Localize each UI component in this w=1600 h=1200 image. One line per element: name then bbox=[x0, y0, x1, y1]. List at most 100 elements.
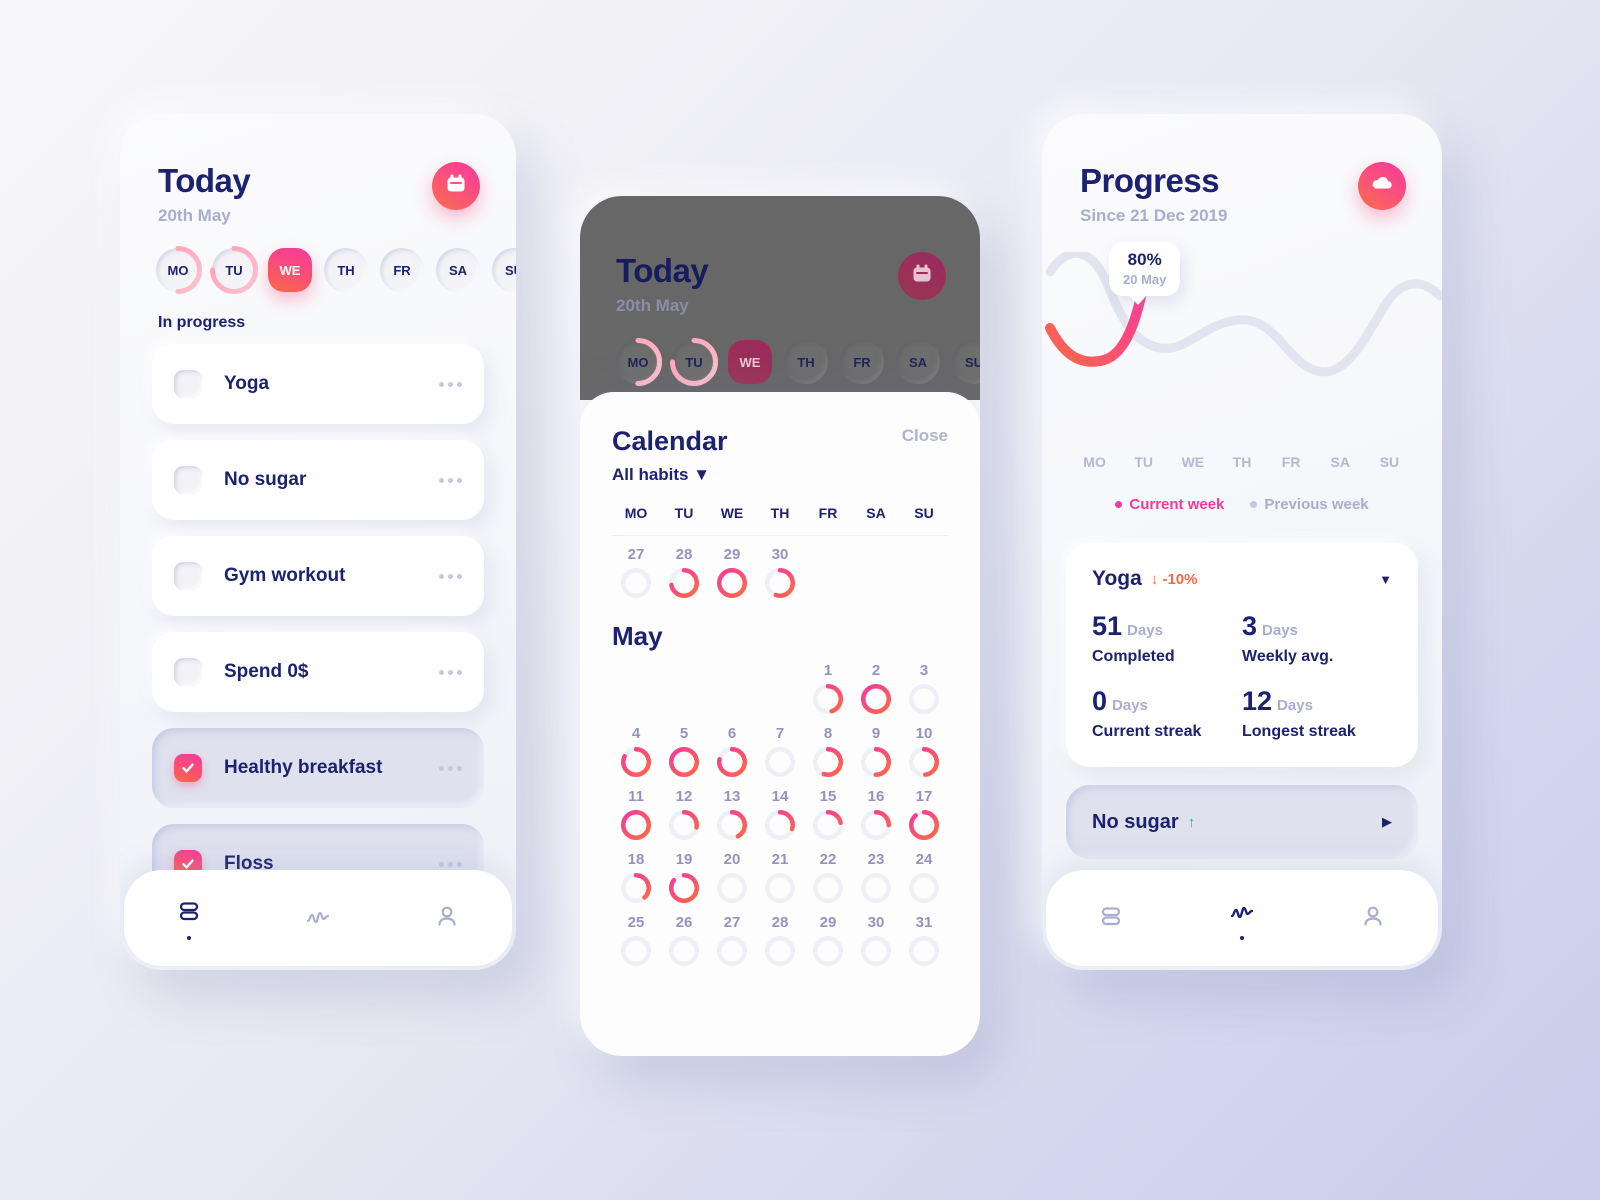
habit-stat-caption: Weekly avg. bbox=[1242, 648, 1334, 665]
habit-filter-dropdown[interactable]: All habits ▼ bbox=[612, 465, 728, 485]
calendar-day-cell[interactable]: 21 bbox=[756, 851, 804, 908]
habit-stat-caption: Current streak bbox=[1092, 723, 1202, 740]
nav-item-today[interactable] bbox=[1096, 901, 1126, 936]
calendar-icon bbox=[910, 262, 934, 291]
nav-item-profile[interactable] bbox=[1358, 901, 1388, 936]
calendar-day-cell[interactable]: 28 bbox=[756, 914, 804, 971]
weekday-pill-fr[interactable]: FR bbox=[840, 340, 884, 384]
calendar-day-cell[interactable]: 29 bbox=[708, 546, 756, 603]
caret-right-icon[interactable]: ▶ bbox=[1382, 814, 1392, 830]
habit-checkbox[interactable] bbox=[174, 466, 202, 494]
calendar-day-cell[interactable]: 9 bbox=[852, 725, 900, 782]
bottom-nav[interactable] bbox=[1046, 870, 1438, 966]
calendar-day-cell[interactable]: 28 bbox=[660, 546, 708, 603]
habit-checkbox[interactable] bbox=[174, 562, 202, 590]
calendar-day-cell[interactable]: 18 bbox=[612, 851, 660, 908]
calendar-day-cell[interactable]: 30 bbox=[852, 914, 900, 971]
calendar-day-cell[interactable]: 8 bbox=[804, 725, 852, 782]
more-options-icon[interactable] bbox=[439, 669, 462, 675]
calendar-day-cell[interactable]: 1 bbox=[804, 662, 852, 719]
weekday-pill-we[interactable]: WE bbox=[268, 248, 312, 292]
bottom-nav[interactable] bbox=[124, 870, 512, 966]
weekday-pill-su[interactable]: SU bbox=[952, 340, 980, 384]
habit-item[interactable]: No sugar bbox=[152, 440, 484, 520]
more-options-icon[interactable] bbox=[439, 477, 462, 483]
weekday-pill-tu[interactable]: TU bbox=[210, 246, 258, 294]
habit-item[interactable]: Spend 0$ bbox=[152, 632, 484, 712]
weekday-pill-su[interactable]: SU bbox=[492, 248, 516, 292]
calendar-day-ring bbox=[717, 568, 747, 603]
weekday-pill-th[interactable]: TH bbox=[784, 340, 828, 384]
more-options-icon[interactable] bbox=[439, 573, 462, 579]
nav-item-profile[interactable] bbox=[432, 901, 462, 936]
habit-stat-card-no-sugar[interactable]: No sugar ↑ ▶ bbox=[1066, 785, 1418, 859]
calendar-day-cell[interactable]: 31 bbox=[900, 914, 948, 971]
habit-item[interactable]: Healthy breakfast bbox=[152, 728, 484, 808]
calendar-day-cell[interactable]: 27 bbox=[708, 914, 756, 971]
more-options-icon[interactable] bbox=[439, 765, 462, 771]
habit-stat-header[interactable]: Yoga ↓ -10% ▼ bbox=[1092, 567, 1392, 591]
calendar-day-cell[interactable]: 13 bbox=[708, 788, 756, 845]
weekday-pill-tu[interactable]: TU bbox=[670, 338, 718, 386]
calendar-prev-month-row[interactable]: 27 28 29 30 bbox=[612, 546, 948, 603]
weekday-pill-mo[interactable]: MO bbox=[614, 338, 662, 386]
calendar-day-cell[interactable]: 22 bbox=[804, 851, 852, 908]
calendar-day-cell[interactable]: 4 bbox=[612, 725, 660, 782]
chart-legend: Current week Previous week bbox=[1042, 496, 1442, 513]
calendar-day-cell[interactable]: 14 bbox=[756, 788, 804, 845]
habit-stat-item: 12 Days Longest streak bbox=[1242, 686, 1392, 741]
calendar-day-number: 30 bbox=[771, 546, 789, 563]
calendar-button[interactable] bbox=[898, 252, 946, 300]
calendar-button[interactable] bbox=[432, 162, 480, 210]
calendar-day-cell[interactable]: 20 bbox=[708, 851, 756, 908]
calendar-day-cell[interactable]: 2 bbox=[852, 662, 900, 719]
weekday-selector[interactable]: MO TU WE TH FR SA SU bbox=[614, 316, 980, 386]
more-options-icon[interactable] bbox=[439, 381, 462, 387]
cloud-icon bbox=[1369, 171, 1395, 202]
calendar-day-cell[interactable]: 6 bbox=[708, 725, 756, 782]
more-options-icon[interactable] bbox=[439, 861, 462, 867]
weekday-pill-sa[interactable]: SA bbox=[436, 248, 480, 292]
calendar-day-cell[interactable]: 29 bbox=[804, 914, 852, 971]
habit-item[interactable]: Gym workout bbox=[152, 536, 484, 616]
progress-phone-screen: Progress Since 21 Dec 2019 80% 20 May MO… bbox=[1042, 114, 1442, 970]
chart-axis-label-mo: MO bbox=[1083, 454, 1106, 470]
calendar-day-cell[interactable]: 5 bbox=[660, 725, 708, 782]
weekday-pill-sa[interactable]: SA bbox=[896, 340, 940, 384]
calendar-month-grid[interactable]: 1 2 3 4 5 6 7 8 9 10 11 12 13 14 15 16 17 18 19 20 21 22 23 24 2… bbox=[612, 662, 948, 971]
calendar-day-cell[interactable]: 19 bbox=[660, 851, 708, 908]
habit-item[interactable]: Yoga bbox=[152, 344, 484, 424]
habit-name: Spend 0$ bbox=[224, 661, 309, 682]
nav-item-progress[interactable] bbox=[303, 901, 333, 936]
weekday-pill-mo[interactable]: MO bbox=[154, 246, 202, 294]
weekday-pill-we[interactable]: WE bbox=[728, 340, 772, 384]
nav-item-progress[interactable] bbox=[1227, 896, 1257, 940]
calendar-day-cell[interactable]: 23 bbox=[852, 851, 900, 908]
nav-item-today[interactable] bbox=[174, 896, 204, 940]
legend-dot bbox=[1250, 501, 1258, 508]
cloud-sync-button[interactable] bbox=[1358, 162, 1406, 210]
weekday-pill-th[interactable]: TH bbox=[324, 248, 368, 292]
weekday-pill-fr[interactable]: FR bbox=[380, 248, 424, 292]
calendar-day-cell[interactable]: 26 bbox=[660, 914, 708, 971]
calendar-day-cell[interactable]: 16 bbox=[852, 788, 900, 845]
calendar-day-cell[interactable]: 10 bbox=[900, 725, 948, 782]
close-button[interactable]: Close bbox=[902, 426, 948, 446]
calendar-day-cell[interactable]: 27 bbox=[612, 546, 660, 603]
caret-down-icon[interactable]: ▼ bbox=[1379, 572, 1392, 587]
habit-checkbox[interactable] bbox=[174, 370, 202, 398]
calendar-day-cell[interactable]: 17 bbox=[900, 788, 948, 845]
habit-checkbox[interactable] bbox=[174, 658, 202, 686]
calendar-day-cell[interactable]: 15 bbox=[804, 788, 852, 845]
weekday-selector[interactable]: MO TU WE TH FR SA SU bbox=[120, 226, 516, 294]
calendar-day-cell[interactable]: 25 bbox=[612, 914, 660, 971]
calendar-day-cell[interactable]: 30 bbox=[756, 546, 804, 603]
calendar-day-cell[interactable]: 7 bbox=[756, 725, 804, 782]
calendar-day-cell[interactable]: 3 bbox=[900, 662, 948, 719]
calendar-day-cell[interactable]: 11 bbox=[612, 788, 660, 845]
habit-checkbox[interactable] bbox=[174, 754, 202, 782]
page-subtitle-since: Since 21 Dec 2019 bbox=[1080, 206, 1228, 225]
calendar-day-cell[interactable]: 12 bbox=[660, 788, 708, 845]
habit-stat-unit: Days bbox=[1277, 697, 1313, 714]
calendar-day-cell[interactable]: 24 bbox=[900, 851, 948, 908]
